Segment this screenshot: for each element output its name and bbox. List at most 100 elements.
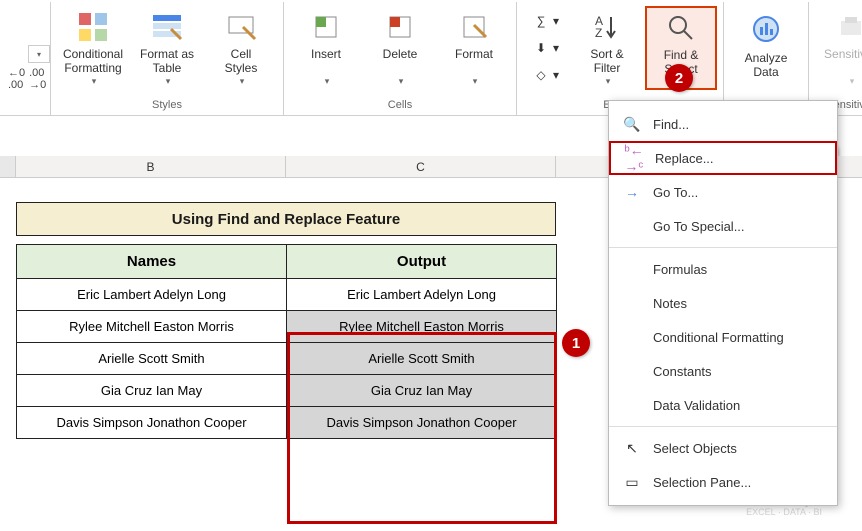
sensitivity-label: Sensitivity [824,47,862,61]
magnifier-icon [663,12,699,44]
analysis-group: Analyze Data Analysis [723,2,808,115]
format-as-table-icon [149,11,185,43]
analyze-data-button[interactable]: Analyze Data [730,6,802,90]
eraser-icon: ◇ [533,67,549,83]
increase-decimal-button[interactable]: ←0.00 [8,67,25,91]
cell-name[interactable]: Rylee Mitchell Easton Morris [17,311,287,343]
sigma-icon: ∑ [533,13,549,29]
format-as-table-button[interactable]: Format as Table▾ [131,6,203,90]
dd-goto[interactable]: → Go To... [609,175,837,209]
format-as-table-label: Format as Table [140,47,194,76]
delete-icon [382,11,418,43]
sensitivity-icon [833,11,862,43]
cell-output[interactable]: Eric Lambert Adelyn Long [287,279,557,311]
watermark-tag: EXCEL · DATA · BI [746,507,822,517]
dd-notes-label: Notes [653,296,687,311]
header-output[interactable]: Output [287,245,557,279]
styles-group: Conditional Formatting▾ Format as Table▾… [50,2,283,115]
col-header-c[interactable]: C [286,156,556,177]
selection-pane-icon: ▭ [623,473,641,491]
insert-button[interactable]: Insert▾ [290,6,362,90]
table-row: Arielle Scott Smith Arielle Scott Smith [17,343,557,375]
cell-output[interactable]: Arielle Scott Smith [287,343,557,375]
dd-replace-label: Replace... [655,151,714,166]
dd-selection-pane[interactable]: ▭ Selection Pane... [609,465,837,499]
table-row: Eric Lambert Adelyn Long Eric Lambert Ad… [17,279,557,311]
format-icon [456,11,492,43]
goto-arrow-icon: → [623,183,641,201]
replace-icon: ᵇ←→ᶜ [625,149,643,167]
dd-formulas[interactable]: Formulas [609,252,837,286]
conditional-formatting-icon [75,11,111,43]
table-row: Davis Simpson Jonathon Cooper Davis Simp… [17,407,557,439]
sort-filter-label: Sort & Filter [590,47,623,76]
cell-name[interactable]: Eric Lambert Adelyn Long [17,279,287,311]
dd-constants[interactable]: Constants [609,354,837,388]
delete-label: Delete [383,47,418,61]
title-merged-cell[interactable]: Using Find and Replace Feature [16,202,556,236]
dd-select-objects[interactable]: ↖ Select Objects [609,431,837,465]
dd-find-label: Find... [653,117,689,132]
table-row: Rylee Mitchell Easton Morris Rylee Mitch… [17,311,557,343]
fill-button[interactable]: ⬇▾ [527,36,565,60]
conditional-formatting-button[interactable]: Conditional Formatting▾ [57,6,129,90]
format-label: Format [455,47,493,61]
cell-output[interactable]: Gia Cruz Ian May [287,375,557,407]
cell-styles-button[interactable]: Cell Styles▾ [205,6,277,90]
insert-label: Insert [311,47,341,61]
editing-small-buttons: ∑▾ ⬇▾ ◇▾ [523,6,569,90]
dd-validation-label: Data Validation [653,398,740,413]
header-names[interactable]: Names [17,245,287,279]
pointer-icon: ↖ [623,439,641,457]
styles-group-label: Styles [57,97,277,113]
svg-text:Z: Z [595,26,602,40]
cell-name[interactable]: Gia Cruz Ian May [17,375,287,407]
sort-filter-button[interactable]: AZ Sort & Filter▾ [571,6,643,90]
dd-selpane-label: Selection Pane... [653,475,751,490]
sort-filter-icon: AZ [589,11,625,43]
dd-replace[interactable]: ᵇ←→ᶜ Replace... [609,141,837,175]
cell-name[interactable]: Davis Simpson Jonathon Cooper [17,407,287,439]
dd-cond-label: Conditional Formatting [653,330,784,345]
cells-group: Insert▾ Delete▾ Format▾ Cells [283,2,516,115]
autosum-button[interactable]: ∑▾ [527,9,565,33]
clear-button[interactable]: ◇▾ [527,63,565,87]
number-format-dropdown[interactable]: ▾ [28,45,50,63]
sensitivity-group: Sensitivity▾ Sensitivity [808,2,862,115]
sensitivity-button[interactable]: Sensitivity▾ [815,6,862,90]
col-header-b[interactable]: B [16,156,286,177]
dd-notes[interactable]: Notes [609,286,837,320]
table-row: Gia Cruz Ian May Gia Cruz Ian May [17,375,557,407]
dd-separator [609,247,837,248]
table-header-row: Names Output [17,245,557,279]
callout-2: 2 [665,64,693,92]
format-button[interactable]: Format▾ [438,6,510,90]
dd-data-validation[interactable]: Data Validation [609,388,837,422]
cells-group-label: Cells [290,97,510,113]
dd-goto-special[interactable]: Go To Special... [609,209,837,243]
insert-icon [308,11,344,43]
dd-formulas-label: Formulas [653,262,707,277]
cell-output[interactable]: Rylee Mitchell Easton Morris [287,311,557,343]
data-table: Names Output Eric Lambert Adelyn Long Er… [16,244,557,439]
dd-find[interactable]: 🔍 Find... [609,107,837,141]
ribbon: ▾ ←0.00 .00→0 Conditional Formatting▾ Fo… [0,0,862,116]
dd-separator-2 [609,426,837,427]
dd-goto-label: Go To... [653,185,698,200]
cell-name[interactable]: Arielle Scott Smith [17,343,287,375]
cell-styles-label: Cell Styles [225,47,258,76]
decrease-decimal-button[interactable]: .00→0 [29,67,46,91]
editing-group: ∑▾ ⬇▾ ◇▾ AZ Sort & Filter▾ Find & Select… [516,2,723,115]
fill-down-icon: ⬇ [533,40,549,56]
search-icon: 🔍 [623,115,641,133]
select-all-corner[interactable] [0,156,16,177]
conditional-formatting-label: Conditional Formatting [63,47,123,76]
find-select-dropdown: 🔍 Find... ᵇ←→ᶜ Replace... → Go To... Go … [608,100,838,506]
cell-styles-icon [223,11,259,43]
dd-selobj-label: Select Objects [653,441,737,456]
cell-output[interactable]: Davis Simpson Jonathon Cooper [287,407,557,439]
callout-1: 1 [562,329,590,357]
analyze-data-icon [748,11,784,47]
dd-conditional-formatting[interactable]: Conditional Formatting [609,320,837,354]
delete-button[interactable]: Delete▾ [364,6,436,90]
